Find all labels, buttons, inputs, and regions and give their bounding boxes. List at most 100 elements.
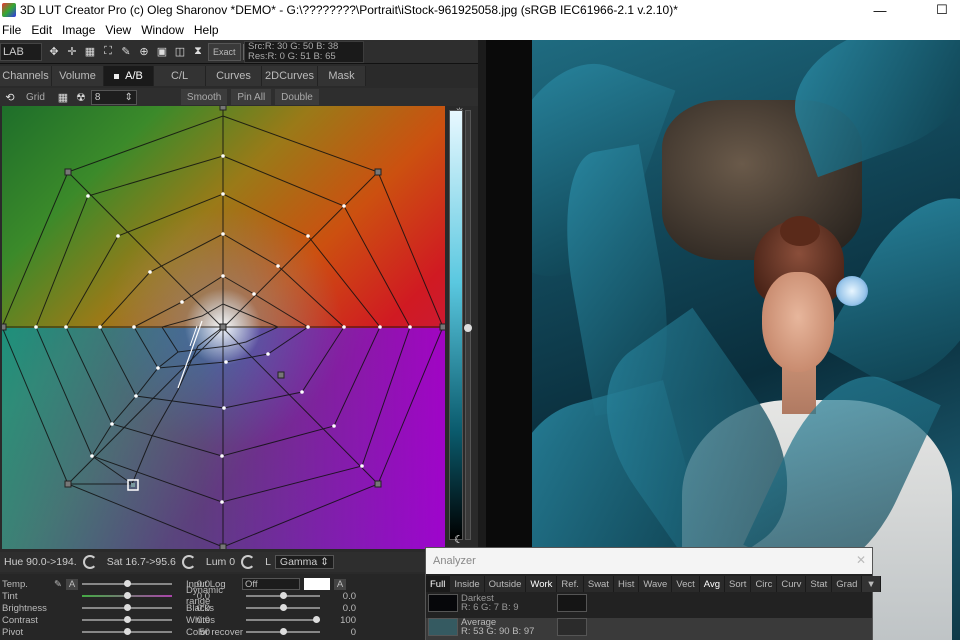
- analyzer-tab-curv[interactable]: Curv: [777, 576, 807, 592]
- pivot-label: Pivot: [2, 626, 24, 638]
- minimize-button[interactable]: —: [860, 0, 900, 20]
- contrast-slider[interactable]: [82, 616, 172, 623]
- tint-slider-knob[interactable]: [124, 592, 131, 599]
- analyzer-tab-hist[interactable]: Hist: [614, 576, 640, 592]
- exact-button[interactable]: Exact: [208, 42, 241, 61]
- tab-2dcurves[interactable]: 2DCurves: [262, 66, 318, 86]
- analyzer-tab-vect[interactable]: Vect: [672, 576, 700, 592]
- auto-button-2[interactable]: A: [334, 578, 346, 590]
- dynamic-range-slider[interactable]: [246, 592, 320, 599]
- whites-knob[interactable]: [313, 616, 320, 623]
- grid-toolbar: ⟲ Grid ▦ ☢ 8 ⇕ Smooth Pin All Double: [0, 88, 478, 106]
- grid-count-spinner[interactable]: 8 ⇕: [90, 89, 137, 105]
- analyzer-tabs: Full Inside Outside Work Ref. Swat Hist …: [426, 576, 881, 592]
- analyzer-header[interactable]: Analyzer ✕: [426, 548, 872, 574]
- analyzer-tab-outside[interactable]: Outside: [485, 576, 527, 592]
- move-icon[interactable]: ✛: [64, 43, 80, 61]
- blacks-knob[interactable]: [280, 604, 287, 611]
- pivot-slider[interactable]: [82, 628, 172, 635]
- grid-label: Grid: [26, 91, 45, 103]
- hue-reset-icon[interactable]: [82, 555, 97, 569]
- analyzer-row-darkest: Darkest R: 6 G: 7 B: 9: [426, 594, 872, 616]
- temp-label: Temp.: [2, 578, 28, 590]
- tint-slider[interactable]: [82, 592, 172, 599]
- analyzer-tab-swat[interactable]: Swat: [584, 576, 614, 592]
- temp-row: Temp. ✎ A 0.0: [2, 578, 210, 590]
- split-icon[interactable]: ◫: [172, 43, 188, 61]
- eyedropper-icon[interactable]: ✎: [118, 43, 134, 61]
- sat-reset-icon[interactable]: [181, 555, 196, 569]
- maximize-button[interactable]: ☐: [922, 0, 960, 20]
- color-recover-label: Color recover: [186, 626, 244, 638]
- tab-channels[interactable]: Channels: [0, 66, 52, 86]
- tab-cl[interactable]: C/L: [154, 66, 206, 86]
- darkest-values: R: 6 G: 7 B: 9: [461, 602, 519, 613]
- analyzer-tab-circ[interactable]: Circ: [751, 576, 778, 592]
- smooth-button[interactable]: Smooth: [180, 89, 228, 105]
- pivot-slider-knob[interactable]: [124, 628, 131, 635]
- blacks-slider[interactable]: [246, 604, 320, 611]
- analyzer-menu-icon[interactable]: ▼: [862, 576, 881, 592]
- gamma-prefix: L: [265, 556, 271, 568]
- eyedropper-icon[interactable]: ✎: [54, 579, 66, 590]
- pin-all-button[interactable]: Pin All: [231, 89, 272, 105]
- brightness-label: Brightness: [2, 602, 47, 614]
- tab-volume[interactable]: Volume: [52, 66, 104, 86]
- hourglass-icon[interactable]: ⧗: [190, 43, 206, 61]
- moon-icon: ☾: [454, 534, 464, 546]
- tab-mask[interactable]: Mask: [318, 66, 366, 86]
- whites-slider[interactable]: [246, 616, 320, 623]
- menu-view[interactable]: View: [103, 23, 137, 37]
- analyzer-tab-avg[interactable]: Avg: [700, 576, 725, 592]
- adjustments-panel: Temp. ✎ A 0.0 Tint 0.0 Brightness 0.0 Co…: [0, 574, 478, 640]
- menu-file[interactable]: File: [0, 23, 27, 37]
- average-swatch: [428, 618, 458, 636]
- tab-ab[interactable]: A/B: [104, 66, 154, 86]
- compare-icon[interactable]: ▣: [154, 43, 170, 61]
- analyzer-tab-inside[interactable]: Inside: [450, 576, 485, 592]
- analyzer-tab-grad[interactable]: Grad: [832, 576, 863, 592]
- brightness-slider[interactable]: [82, 604, 172, 611]
- temp-slider[interactable]: [82, 580, 172, 587]
- menu-image[interactable]: Image: [60, 23, 101, 37]
- color-recover-row: Color recover 0: [186, 626, 356, 638]
- analyzer-tab-sort[interactable]: Sort: [725, 576, 752, 592]
- auto-button[interactable]: A: [66, 578, 78, 590]
- color-recover-knob[interactable]: [280, 628, 287, 635]
- pointer-icon[interactable]: ✥: [46, 43, 62, 61]
- grid-toggle-icon[interactable]: ▦: [55, 88, 71, 106]
- analyzer-tab-stat[interactable]: Stat: [806, 576, 833, 592]
- input-log-select[interactable]: Off: [242, 578, 300, 590]
- color-recover-slider[interactable]: [246, 628, 320, 635]
- darkest-swatch: [428, 594, 458, 612]
- lightness-slider-knob[interactable]: [464, 324, 472, 332]
- tab-curves[interactable]: Curves: [206, 66, 262, 86]
- ab-color-grid[interactable]: [2, 106, 445, 549]
- analyzer-tab-work[interactable]: Work: [526, 576, 558, 592]
- brightness-slider-knob[interactable]: [124, 604, 131, 611]
- whites-value: 100: [340, 614, 356, 626]
- dynamic-range-value: 0.0: [342, 590, 356, 602]
- menu-window[interactable]: Window: [139, 23, 190, 37]
- grid-select-icon[interactable]: ▦: [82, 43, 98, 61]
- lightness-slider[interactable]: [464, 110, 472, 540]
- fit-icon[interactable]: ⛶: [100, 43, 116, 61]
- color-space-select[interactable]: LAB: [0, 42, 42, 61]
- analyzer-tab-full[interactable]: Full: [426, 576, 451, 592]
- zoom-icon[interactable]: ⊕: [136, 43, 152, 61]
- analyzer-tab-ref[interactable]: Ref.: [557, 576, 584, 592]
- editor-panel: LAB ✥ ✛ ▦ ⛶ ✎ ⊕ ▣ ◫ ⧗ Exact Src:R: 30 G:…: [0, 40, 478, 640]
- contrast-slider-knob[interactable]: [124, 616, 131, 623]
- reset-icon[interactable]: ⟲: [2, 88, 18, 106]
- lum-reset-icon[interactable]: [241, 555, 256, 569]
- gamma-select[interactable]: Gamma ⇕: [274, 555, 334, 569]
- white-swatch[interactable]: [304, 578, 330, 590]
- menu-edit[interactable]: Edit: [29, 23, 58, 37]
- double-button[interactable]: Double: [275, 89, 319, 105]
- close-icon[interactable]: ✕: [856, 554, 868, 566]
- menu-help[interactable]: Help: [192, 23, 225, 37]
- radiation-icon[interactable]: ☢: [73, 88, 89, 106]
- dynamic-range-knob[interactable]: [280, 592, 287, 599]
- temp-slider-knob[interactable]: [124, 580, 131, 587]
- analyzer-tab-wave[interactable]: Wave: [639, 576, 673, 592]
